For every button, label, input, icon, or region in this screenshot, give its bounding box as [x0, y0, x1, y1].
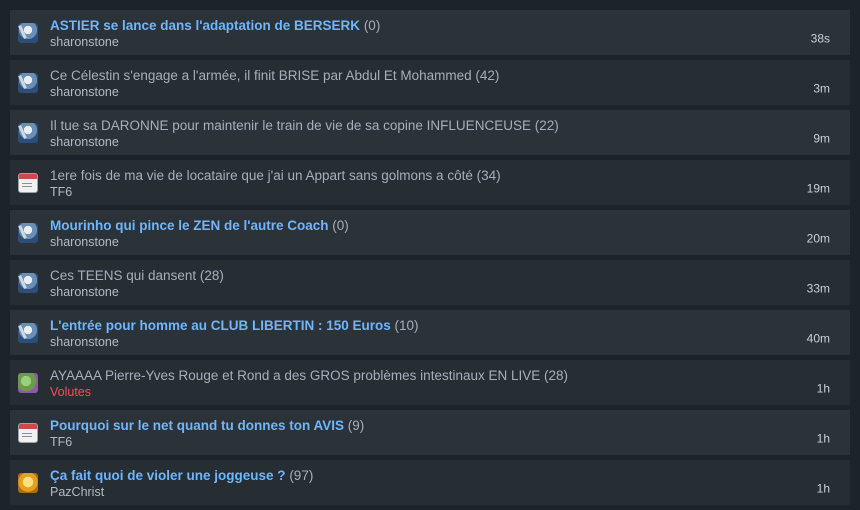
- topic-title-link[interactable]: AYAAAA Pierre-Yves Rouge et Rond a des G…: [50, 368, 540, 383]
- reply-count: (0): [332, 217, 349, 233]
- last-post-time[interactable]: 38s: [811, 31, 830, 45]
- author-link[interactable]: Volutes: [50, 384, 850, 401]
- reply-count: (22): [534, 117, 559, 133]
- author-link[interactable]: PazChrist: [50, 484, 850, 501]
- topic-title-link[interactable]: ASTIER se lance dans l'adaptation de BER…: [50, 18, 360, 33]
- knight-avatar-icon[interactable]: [18, 22, 38, 43]
- topic-row[interactable]: 1ere fois de ma vie de locataire que j'a…: [10, 160, 850, 205]
- reply-count: (0): [363, 17, 381, 33]
- reply-count: (97): [289, 467, 314, 483]
- topic-row[interactable]: Ça fait quoi de violer une joggeuse ? (9…: [10, 460, 850, 505]
- reply-count: (9): [347, 417, 365, 433]
- knight-avatar-icon[interactable]: [18, 222, 38, 243]
- notepad-avatar-icon[interactable]: [18, 422, 38, 443]
- reply-count: (28): [544, 367, 569, 383]
- knight-avatar-icon[interactable]: [18, 272, 38, 293]
- topic-row[interactable]: Mourinho qui pince le ZEN de l'autre Coa…: [10, 210, 850, 255]
- author-link[interactable]: sharonstone: [50, 84, 850, 101]
- knight-avatar-icon[interactable]: [18, 122, 38, 143]
- topic-title-link[interactable]: Il tue sa DARONNE pour maintenir le trai…: [50, 118, 531, 133]
- topic-row[interactable]: Il tue sa DARONNE pour maintenir le trai…: [10, 110, 850, 155]
- topic-row[interactable]: Pourquoi sur le net quand tu donnes ton …: [10, 410, 850, 455]
- last-post-time[interactable]: 1h: [817, 481, 830, 495]
- green-avatar-icon[interactable]: [18, 372, 38, 393]
- author-link[interactable]: TF6: [50, 184, 850, 201]
- reply-count: (10): [394, 317, 419, 333]
- topic-title-link[interactable]: Ces TEENS qui dansent: [50, 268, 196, 283]
- topic-title-link[interactable]: Ce Célestin s'engage a l'armée, il finit…: [50, 68, 472, 83]
- last-post-time[interactable]: 3m: [813, 81, 830, 95]
- last-post-time[interactable]: 20m: [807, 231, 830, 245]
- topic-row[interactable]: Ces TEENS qui dansent (28) sharonstone 3…: [10, 260, 850, 305]
- author-link[interactable]: sharonstone: [50, 284, 850, 301]
- knight-avatar-icon[interactable]: [18, 72, 38, 93]
- topic-title-link[interactable]: Mourinho qui pince le ZEN de l'autre Coa…: [50, 218, 328, 233]
- topic-row[interactable]: Ce Célestin s'engage a l'armée, il finit…: [10, 60, 850, 105]
- reply-count: (28): [199, 267, 224, 283]
- topic-title-link[interactable]: 1ere fois de ma vie de locataire que j'a…: [50, 168, 473, 183]
- author-link[interactable]: sharonstone: [50, 34, 850, 51]
- last-post-time[interactable]: 19m: [807, 181, 830, 195]
- knight-avatar-icon[interactable]: [18, 322, 38, 343]
- last-post-time[interactable]: 33m: [807, 281, 830, 295]
- topic-row[interactable]: L'entrée pour homme au CLUB LIBERTIN : 1…: [10, 310, 850, 355]
- topic-title-link[interactable]: Ça fait quoi de violer une joggeuse ?: [50, 468, 286, 483]
- topic-title-link[interactable]: L'entrée pour homme au CLUB LIBERTIN : 1…: [50, 318, 391, 333]
- topic-list: ASTIER se lance dans l'adaptation de BER…: [10, 10, 850, 510]
- author-link[interactable]: sharonstone: [50, 234, 850, 251]
- last-post-time[interactable]: 1h: [817, 381, 830, 395]
- topic-row[interactable]: AYAAAA Pierre-Yves Rouge et Rond a des G…: [10, 360, 850, 405]
- topic-title-link[interactable]: Pourquoi sur le net quand tu donnes ton …: [50, 418, 344, 433]
- last-post-time[interactable]: 40m: [807, 331, 830, 345]
- last-post-time[interactable]: 1h: [817, 431, 830, 445]
- gold-avatar-icon[interactable]: [18, 472, 38, 493]
- topic-row[interactable]: ASTIER se lance dans l'adaptation de BER…: [10, 10, 850, 55]
- reply-count: (42): [475, 67, 500, 83]
- author-link[interactable]: TF6: [50, 434, 850, 451]
- notepad-avatar-icon[interactable]: [18, 172, 38, 193]
- last-post-time[interactable]: 9m: [813, 131, 830, 145]
- reply-count: (34): [476, 167, 501, 183]
- author-link[interactable]: sharonstone: [50, 334, 850, 351]
- author-link[interactable]: sharonstone: [50, 134, 850, 151]
